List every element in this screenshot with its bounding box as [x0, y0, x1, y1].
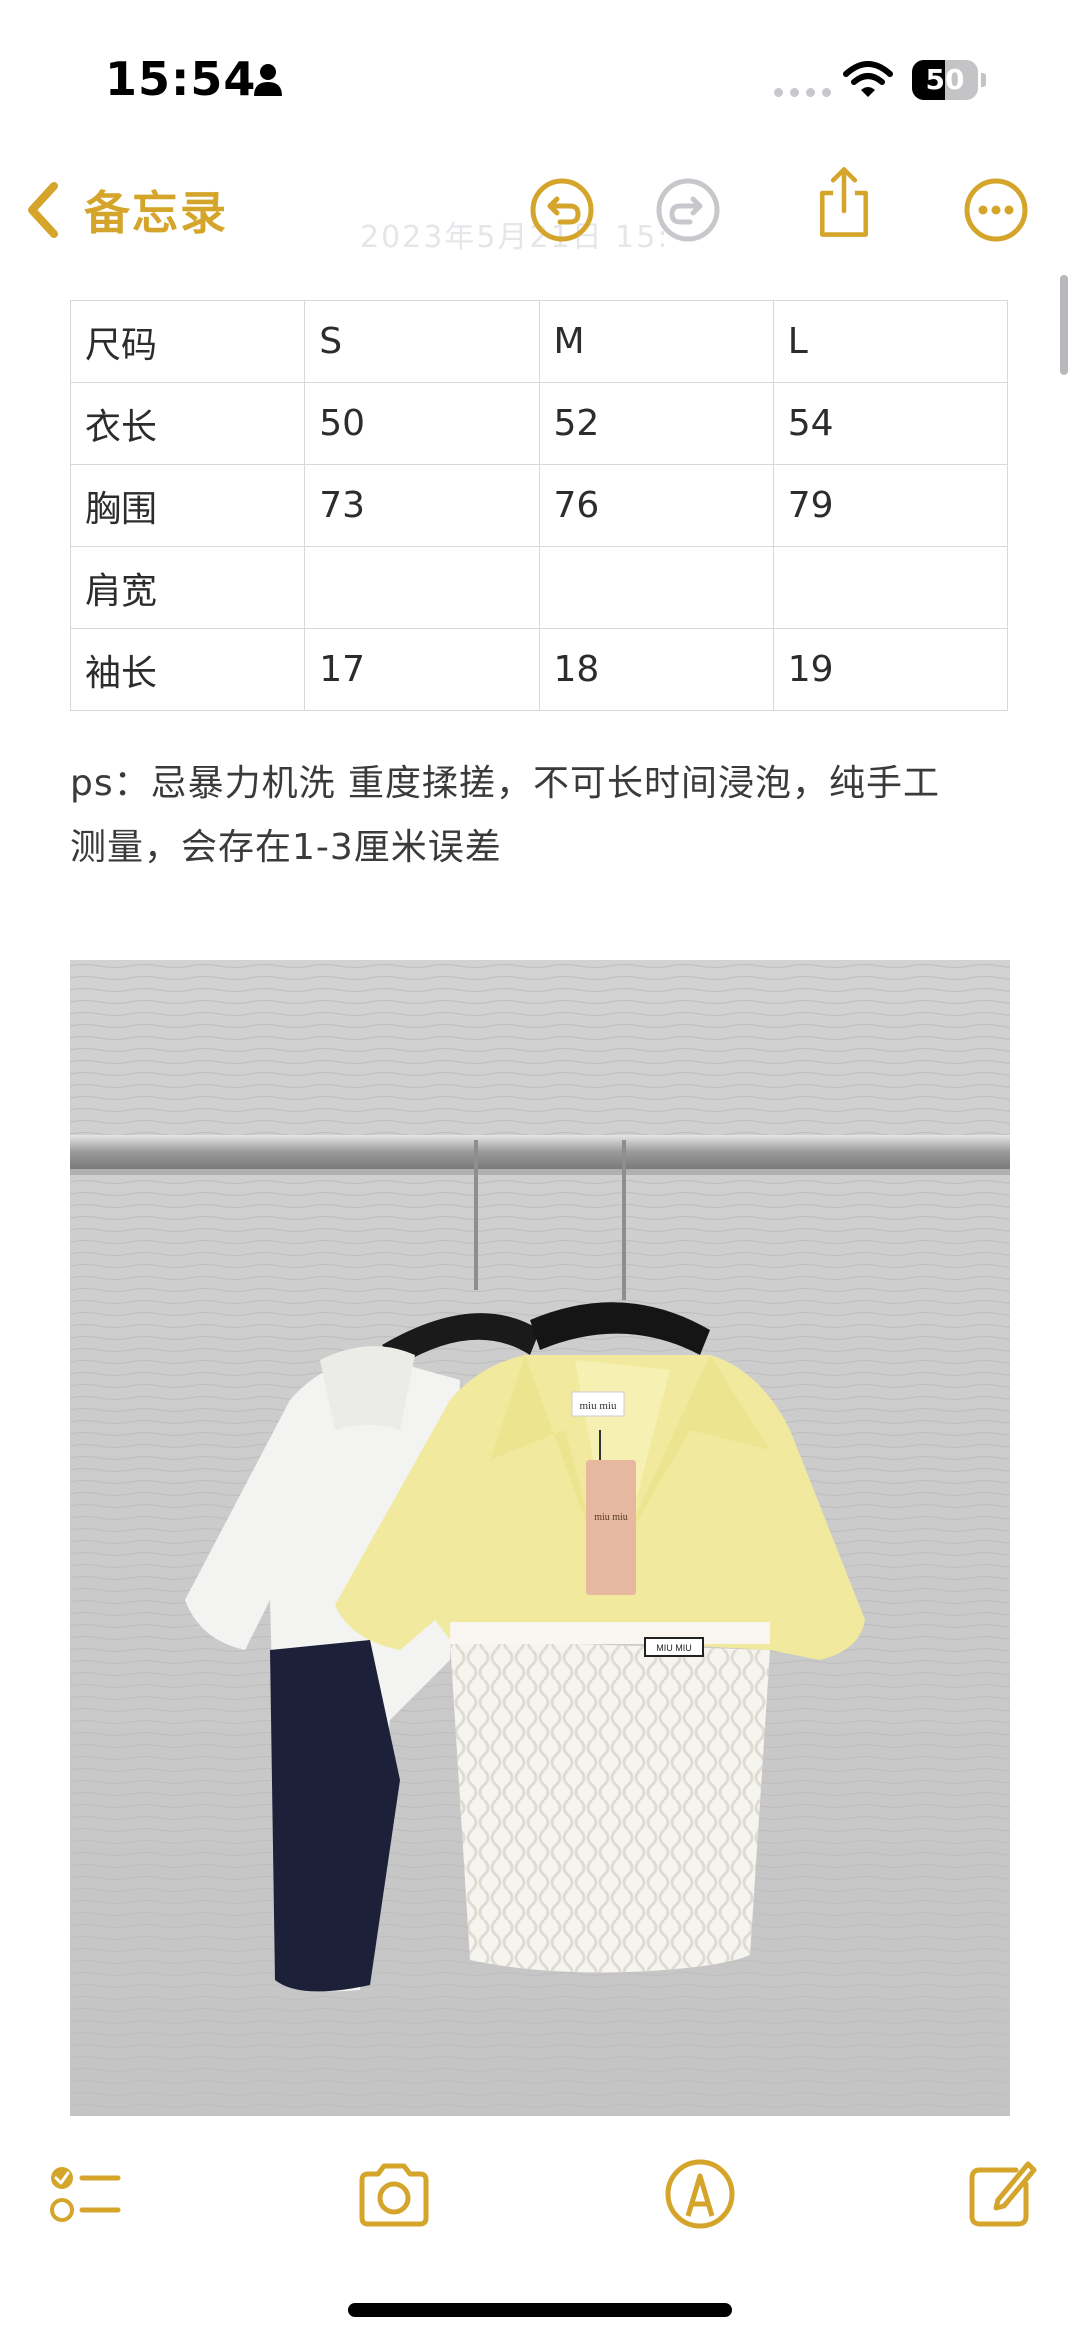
table-cell[interactable]: 衣长	[69, 382, 306, 465]
signal-dots-icon	[774, 88, 831, 97]
table-cell[interactable]: 尺码	[69, 300, 306, 383]
sweater-image: miu miu miu miu MIU MIU	[70, 960, 1010, 2116]
bottom-toolbar	[0, 2140, 1080, 2250]
share-icon[interactable]	[806, 164, 882, 240]
compose-icon[interactable]	[960, 2154, 1040, 2234]
back-button[interactable]: 备忘录	[22, 170, 228, 250]
table-cell[interactable]: 肩宽	[69, 546, 306, 629]
table-cell[interactable]	[538, 546, 774, 629]
table-cell[interactable]: 52	[538, 382, 774, 465]
table-cell[interactable]: 73	[304, 464, 540, 547]
home-indicator[interactable]	[348, 2303, 732, 2317]
table-cell[interactable]: 袖长	[69, 628, 306, 711]
table-cell[interactable]: 50	[304, 382, 540, 465]
table-cell[interactable]: 19	[772, 628, 1009, 711]
battery-icon: 50	[912, 60, 986, 100]
table-cell[interactable]: S	[304, 300, 540, 383]
table-cell[interactable]: 54	[772, 382, 1009, 465]
markup-icon[interactable]	[660, 2154, 740, 2234]
more-icon[interactable]	[958, 172, 1034, 248]
back-label: 备忘录	[84, 186, 228, 240]
note-line: ps：忌暴力机洗 重度揉搓，不可长时间浸泡，纯手工	[70, 763, 941, 804]
product-photo[interactable]: miu miu miu miu MIU MIU	[70, 960, 1010, 2116]
table-cell[interactable]: M	[538, 300, 774, 383]
table-row: 衣长 50 52 54	[69, 382, 1009, 465]
table-row: 肩宽	[69, 546, 1009, 629]
table-cell[interactable]	[772, 546, 1009, 629]
table-cell[interactable]: 18	[538, 628, 774, 711]
size-table[interactable]: 尺码 S M L 衣长 50 52 54 胸围 73 76 79 肩宽 袖长 1…	[69, 300, 1009, 711]
status-time: 15:54	[105, 52, 257, 106]
note-text[interactable]: ps：忌暴力机洗 重度揉搓，不可长时间浸泡，纯手工 测量，会存在1-3厘米误差	[70, 752, 1020, 880]
nav-bar: 备忘录 2023年5月21日 15:	[0, 150, 1080, 280]
chevron-left-icon	[28, 182, 58, 238]
table-cell[interactable]: 17	[304, 628, 540, 711]
battery-level: 50	[925, 63, 965, 96]
table-cell[interactable]	[304, 546, 540, 629]
neck-tag-text: miu miu	[580, 1400, 617, 1412]
chest-label-text: MIU MIU	[656, 1643, 692, 1653]
redo-icon[interactable]	[650, 172, 726, 248]
table-cell[interactable]: L	[772, 300, 1009, 383]
status-bar: 15:54 50	[0, 0, 1080, 150]
camera-icon[interactable]	[354, 2154, 434, 2234]
note-line: 测量，会存在1-3厘米误差	[70, 827, 502, 868]
table-cell[interactable]: 76	[538, 464, 774, 547]
table-row: 胸围 73 76 79	[69, 464, 1009, 547]
wifi-icon	[843, 61, 893, 97]
undo-icon[interactable]	[524, 172, 600, 248]
table-row: 袖长 17 18 19	[69, 628, 1009, 711]
table-cell[interactable]: 胸围	[69, 464, 306, 547]
table-row: 尺码 S M L	[69, 300, 1009, 383]
scroll-indicator[interactable]	[1060, 275, 1068, 375]
checklist-icon[interactable]	[46, 2154, 126, 2234]
hang-tag-text: miu miu	[594, 1512, 628, 1523]
person-icon	[254, 64, 282, 96]
note-date-faded: 2023年5月21日 15:	[360, 220, 670, 255]
table-cell[interactable]: 79	[772, 464, 1009, 547]
